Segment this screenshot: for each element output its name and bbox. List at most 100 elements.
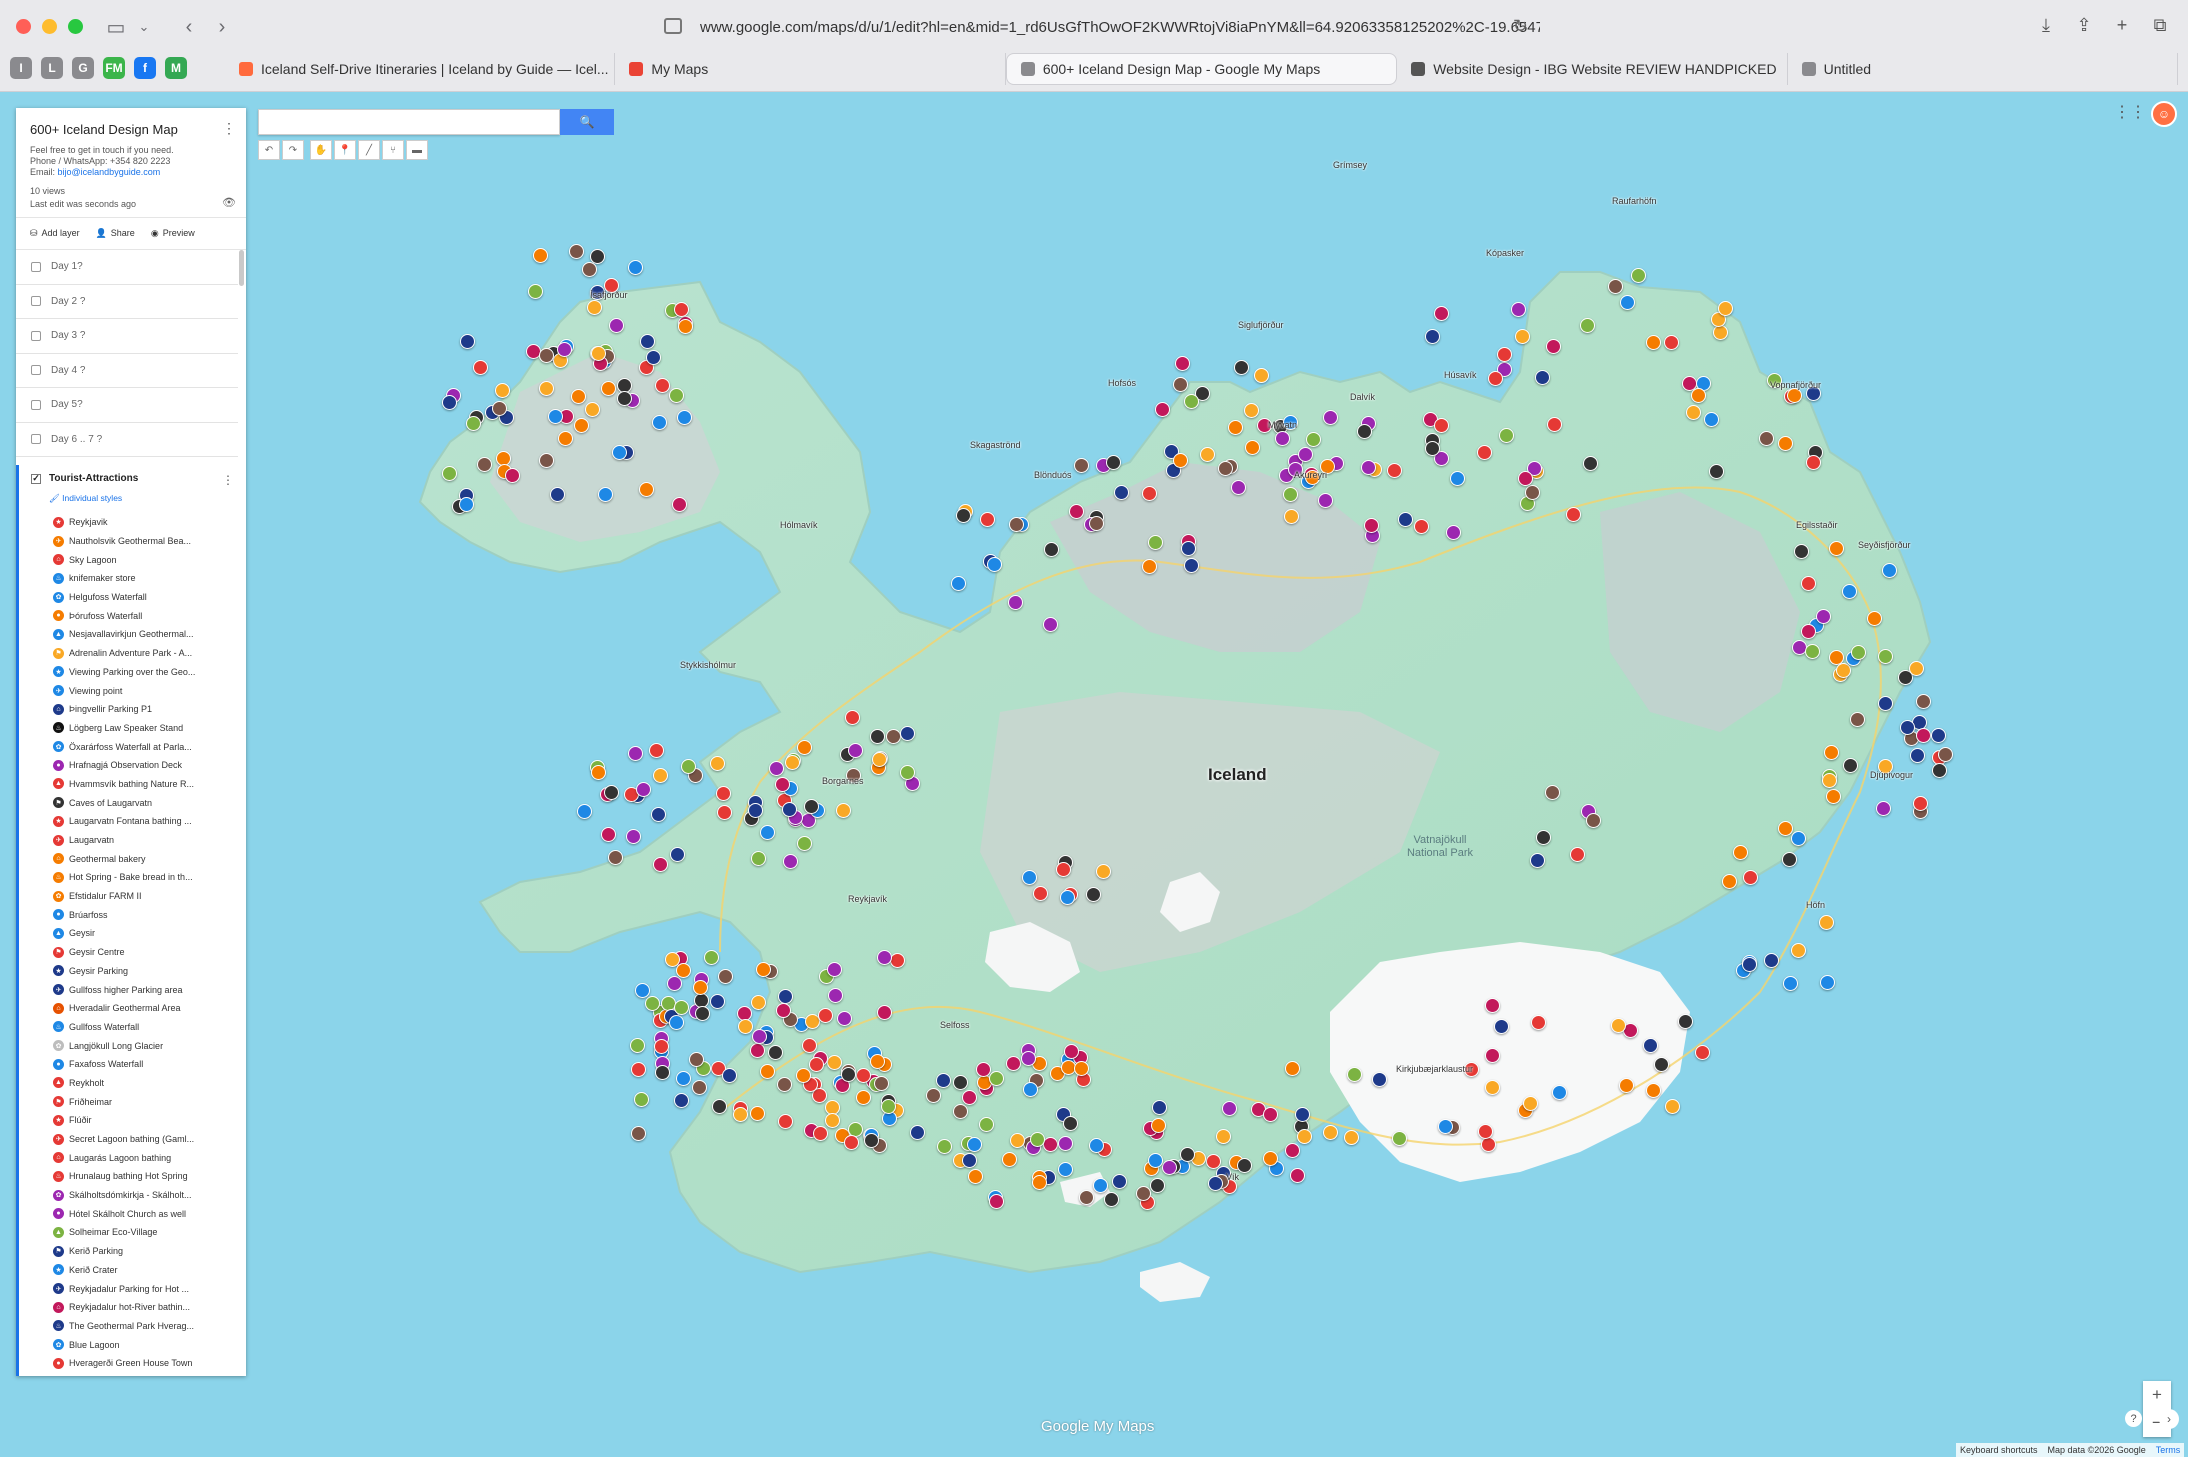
map-marker-icon[interactable] <box>1477 445 1492 460</box>
place-item[interactable]: ★ Geysir Parking <box>31 962 246 981</box>
map-marker-icon[interactable] <box>1222 1101 1237 1116</box>
map-marker-icon[interactable] <box>886 729 901 744</box>
map-marker-icon[interactable] <box>864 1133 879 1148</box>
map-marker-icon[interactable] <box>678 319 693 334</box>
map-marker-icon[interactable] <box>1112 1174 1127 1189</box>
map-marker-icon[interactable] <box>881 1099 896 1114</box>
share-icon[interactable]: ⇪ <box>2072 13 2096 37</box>
facebook-icon[interactable]: f <box>134 57 156 79</box>
map-marker-icon[interactable] <box>1713 325 1728 340</box>
map-marker-icon[interactable] <box>653 768 668 783</box>
map-marker-icon[interactable] <box>442 466 457 481</box>
map-marker-icon[interactable] <box>1347 1067 1362 1082</box>
map-marker-icon[interactable] <box>768 1045 783 1060</box>
map-marker-icon[interactable] <box>1608 279 1623 294</box>
directions-icon[interactable]: ⑂ <box>382 140 404 160</box>
map-marker-icon[interactable] <box>695 1006 710 1021</box>
map-marker-icon[interactable] <box>710 756 725 771</box>
map-marker-icon[interactable] <box>1142 559 1157 574</box>
map-marker-icon[interactable] <box>1032 1175 1047 1190</box>
map-marker-icon[interactable] <box>1801 624 1816 639</box>
map-marker-icon[interactable] <box>845 710 860 725</box>
map-marker-icon[interactable] <box>1531 1015 1546 1030</box>
map-marker-icon[interactable] <box>1916 728 1931 743</box>
map-marker-icon[interactable] <box>473 360 488 375</box>
map-marker-icon[interactable] <box>778 1114 793 1129</box>
map-marker-icon[interactable] <box>1816 609 1831 624</box>
map-marker-icon[interactable] <box>1155 402 1170 417</box>
map-marker-icon[interactable] <box>1056 862 1071 877</box>
map-marker-icon[interactable] <box>1759 431 1774 446</box>
place-item[interactable]: ✈ Nautholsvik Geothermal Bea... <box>31 532 246 551</box>
map-marker-icon[interactable] <box>797 740 812 755</box>
map-marker-icon[interactable] <box>1142 486 1157 501</box>
place-item[interactable]: ★ Flúðir <box>31 1111 246 1130</box>
place-item[interactable]: ● Brúarfoss <box>31 905 246 924</box>
place-item[interactable]: ● Faxafoss Waterfall <box>31 1055 246 1074</box>
map-marker-icon[interactable] <box>1709 464 1724 479</box>
sidebar-toggle-icon[interactable]: ▭ <box>102 13 130 41</box>
place-item[interactable]: ▲Selfoss <box>31 1373 246 1376</box>
add-layer-button[interactable]: ⛁ Add layer <box>30 228 80 239</box>
place-item[interactable]: ♨ Hrunalaug bathing Hot Spring <box>31 1167 246 1186</box>
map-marker-icon[interactable] <box>1043 617 1058 632</box>
place-item[interactable]: ♨ Hot Spring - Bake bread in th... <box>31 868 246 887</box>
reload-icon[interactable]: ↻ <box>1513 16 1528 37</box>
place-item[interactable]: ✿ Öxarárfoss Waterfall at Parla... <box>31 737 246 756</box>
map-marker-icon[interactable] <box>1794 544 1809 559</box>
map-marker-icon[interactable] <box>676 963 691 978</box>
layer-item[interactable]: Day 5? <box>16 388 238 423</box>
map-marker-icon[interactable] <box>1836 663 1851 678</box>
eye-icon[interactable]: 👁 <box>222 196 236 209</box>
map-marker-icon[interactable] <box>601 827 616 842</box>
map-marker-icon[interactable] <box>1275 431 1290 446</box>
place-item[interactable]: ⚑ Caves of Laugarvatn <box>31 793 246 812</box>
map-marker-icon[interactable] <box>636 782 651 797</box>
map-marker-icon[interactable] <box>1664 335 1679 350</box>
map-marker-icon[interactable] <box>1783 976 1798 991</box>
map-marker-icon[interactable] <box>1932 763 1947 778</box>
place-item[interactable]: ♨ The Geothermal Park Hverag... <box>31 1317 246 1336</box>
map-marker-icon[interactable] <box>640 334 655 349</box>
map-marker-icon[interactable] <box>818 1008 833 1023</box>
map-marker-icon[interactable] <box>1023 1082 1038 1097</box>
place-item[interactable]: ● Þórufoss Waterfall <box>31 606 246 625</box>
map-marker-icon[interactable] <box>1511 302 1526 317</box>
map-marker-icon[interactable] <box>645 996 660 1011</box>
map-marker-icon[interactable] <box>1850 712 1865 727</box>
map-marker-icon[interactable] <box>1414 519 1429 534</box>
place-item[interactable]: ▲ Reykholt <box>31 1074 246 1093</box>
map-marker-icon[interactable] <box>1021 1051 1036 1066</box>
map-marker-icon[interactable] <box>1499 428 1514 443</box>
map-marker-icon[interactable] <box>1583 456 1598 471</box>
map-marker-icon[interactable] <box>1820 975 1835 990</box>
map-marker-icon[interactable] <box>1372 1072 1387 1087</box>
map-marker-icon[interactable] <box>1485 1080 1500 1095</box>
map-marker-icon[interactable] <box>1074 458 1089 473</box>
map-marker-icon[interactable] <box>591 346 606 361</box>
map-marker-icon[interactable] <box>956 508 971 523</box>
map-marker-icon[interactable] <box>1089 1138 1104 1153</box>
map-marker-icon[interactable] <box>752 1029 767 1044</box>
map-marker-icon[interactable] <box>1938 747 1953 762</box>
map-marker-icon[interactable] <box>1695 1045 1710 1060</box>
measure-ruler-icon[interactable]: ▬ <box>406 140 428 160</box>
map-marker-icon[interactable] <box>1485 998 1500 1013</box>
map-marker-icon[interactable] <box>1826 789 1841 804</box>
map-marker-icon[interactable] <box>1665 1099 1680 1114</box>
map-marker-icon[interactable] <box>654 1039 669 1054</box>
map-marker-icon[interactable] <box>1518 471 1533 486</box>
map-marker-icon[interactable] <box>1646 335 1661 350</box>
map-marker-icon[interactable] <box>989 1194 1004 1209</box>
map-marker-icon[interactable] <box>1876 801 1891 816</box>
map-marker-icon[interactable] <box>1234 360 1249 375</box>
map-marker-icon[interactable] <box>1074 1061 1089 1076</box>
map-marker-icon[interactable] <box>1043 1137 1058 1152</box>
map-marker-icon[interactable] <box>1478 1124 1493 1139</box>
map-marker-icon[interactable] <box>1619 1078 1634 1093</box>
map-marker-icon[interactable] <box>962 1090 977 1105</box>
map-marker-icon[interactable] <box>1450 471 1465 486</box>
map-marker-icon[interactable] <box>649 743 664 758</box>
map-marker-icon[interactable] <box>748 803 763 818</box>
map-marker-icon[interactable] <box>1148 1153 1163 1168</box>
